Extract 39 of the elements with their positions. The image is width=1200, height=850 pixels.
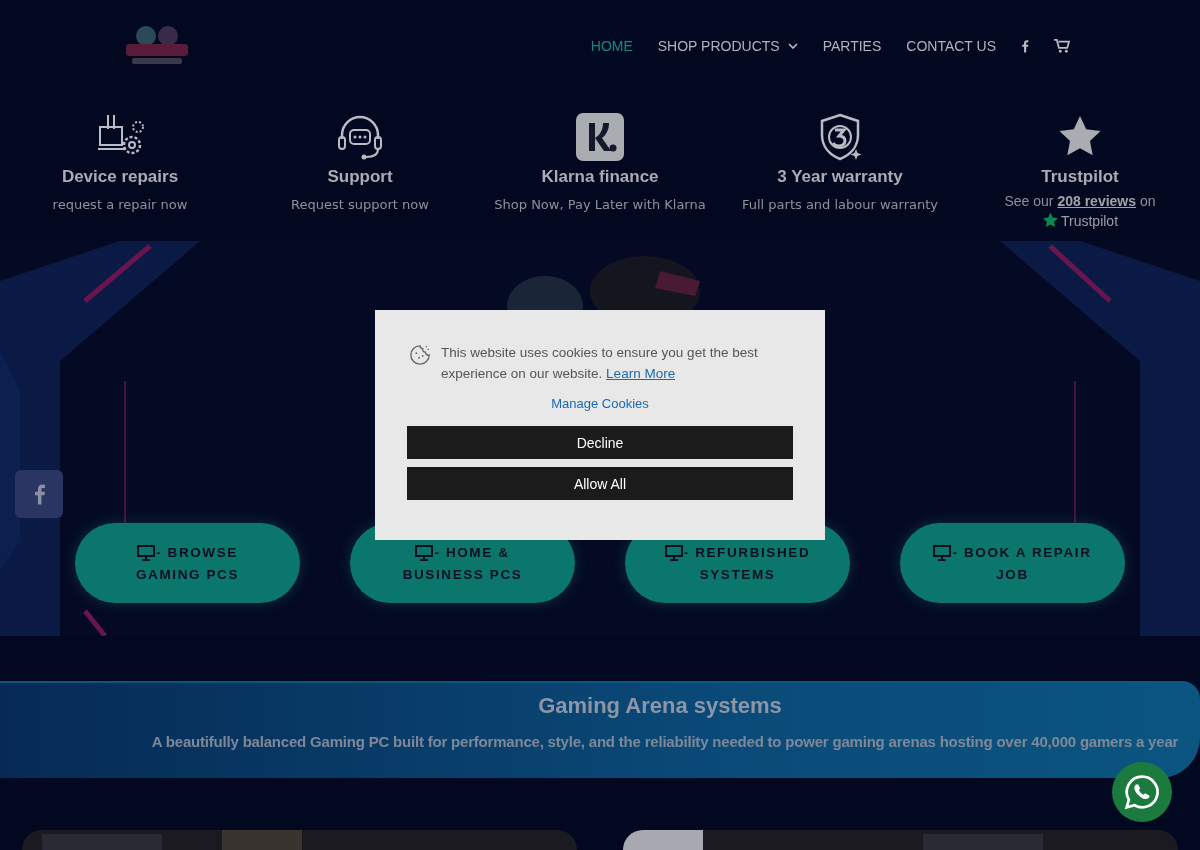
reviews-link[interactable]: 208 reviews (1057, 193, 1137, 210)
cart-icon (1054, 38, 1070, 53)
feature-subtitle: Request support now (291, 197, 429, 213)
phone-bubble-icon (1124, 774, 1160, 810)
facebook-icon (1021, 38, 1029, 53)
category-button[interactable]: - BROWSE GAMING PCS (75, 523, 300, 604)
feature-subtitle: request a repair now (52, 197, 188, 213)
feature-subtitle: Full parts and labour warranty (741, 197, 939, 213)
monitor-icon (933, 544, 952, 561)
headset-chat-icon (336, 113, 384, 162)
cookie-icon (409, 344, 431, 366)
feature-title: Klarna finance (541, 167, 659, 188)
manage-cookies-link[interactable]: Manage Cookies (551, 396, 649, 411)
banner-title: Gaming Arena systems (538, 693, 782, 720)
monitor-icon (415, 544, 434, 561)
star-icon (1041, 212, 1059, 230)
monitor-icon (664, 544, 683, 561)
feature-subtitle: Shop Now, Pay Later with Klarna (494, 197, 706, 213)
feature-title: Trustpilot (1041, 167, 1119, 188)
learn-more-link[interactable]: Learn More (606, 366, 676, 381)
review-text: See our 208 reviews on (1004, 193, 1156, 210)
category-button[interactable]: - BOOK A REPAIR JOB (900, 523, 1125, 604)
cookie-message: This website uses cookies to ensure you get the best experience on our website. Learn More (441, 344, 759, 383)
feature-title: 3 Year warranty (777, 167, 903, 188)
monitor-icon (137, 544, 156, 561)
trustpilot-logo: Trustpilot (1060, 212, 1119, 229)
cookie-button[interactable]: Allow All (407, 467, 793, 500)
whatsapp-button[interactable] (1112, 762, 1172, 822)
nav-link[interactable]: CONTACT US (906, 37, 996, 54)
banner-text: A beautifully balanced Gaming PC built for performance, style, and the reliability needed to power gaming arenas hosting over 40,000 gamers a year (151, 733, 1179, 751)
nav-link[interactable]: HOME (590, 37, 633, 54)
facebook-button[interactable] (15, 470, 63, 518)
nav-link[interactable]: SHOP PRODUCTS (657, 37, 798, 54)
feature-title: Device repairs (61, 167, 179, 188)
cookie-button[interactable]: Decline (407, 426, 793, 459)
nav-link[interactable]: PARTIES (822, 37, 882, 54)
klarna-icon (576, 113, 624, 162)
facebook-icon (32, 482, 46, 506)
feature-title: Support (327, 167, 393, 188)
